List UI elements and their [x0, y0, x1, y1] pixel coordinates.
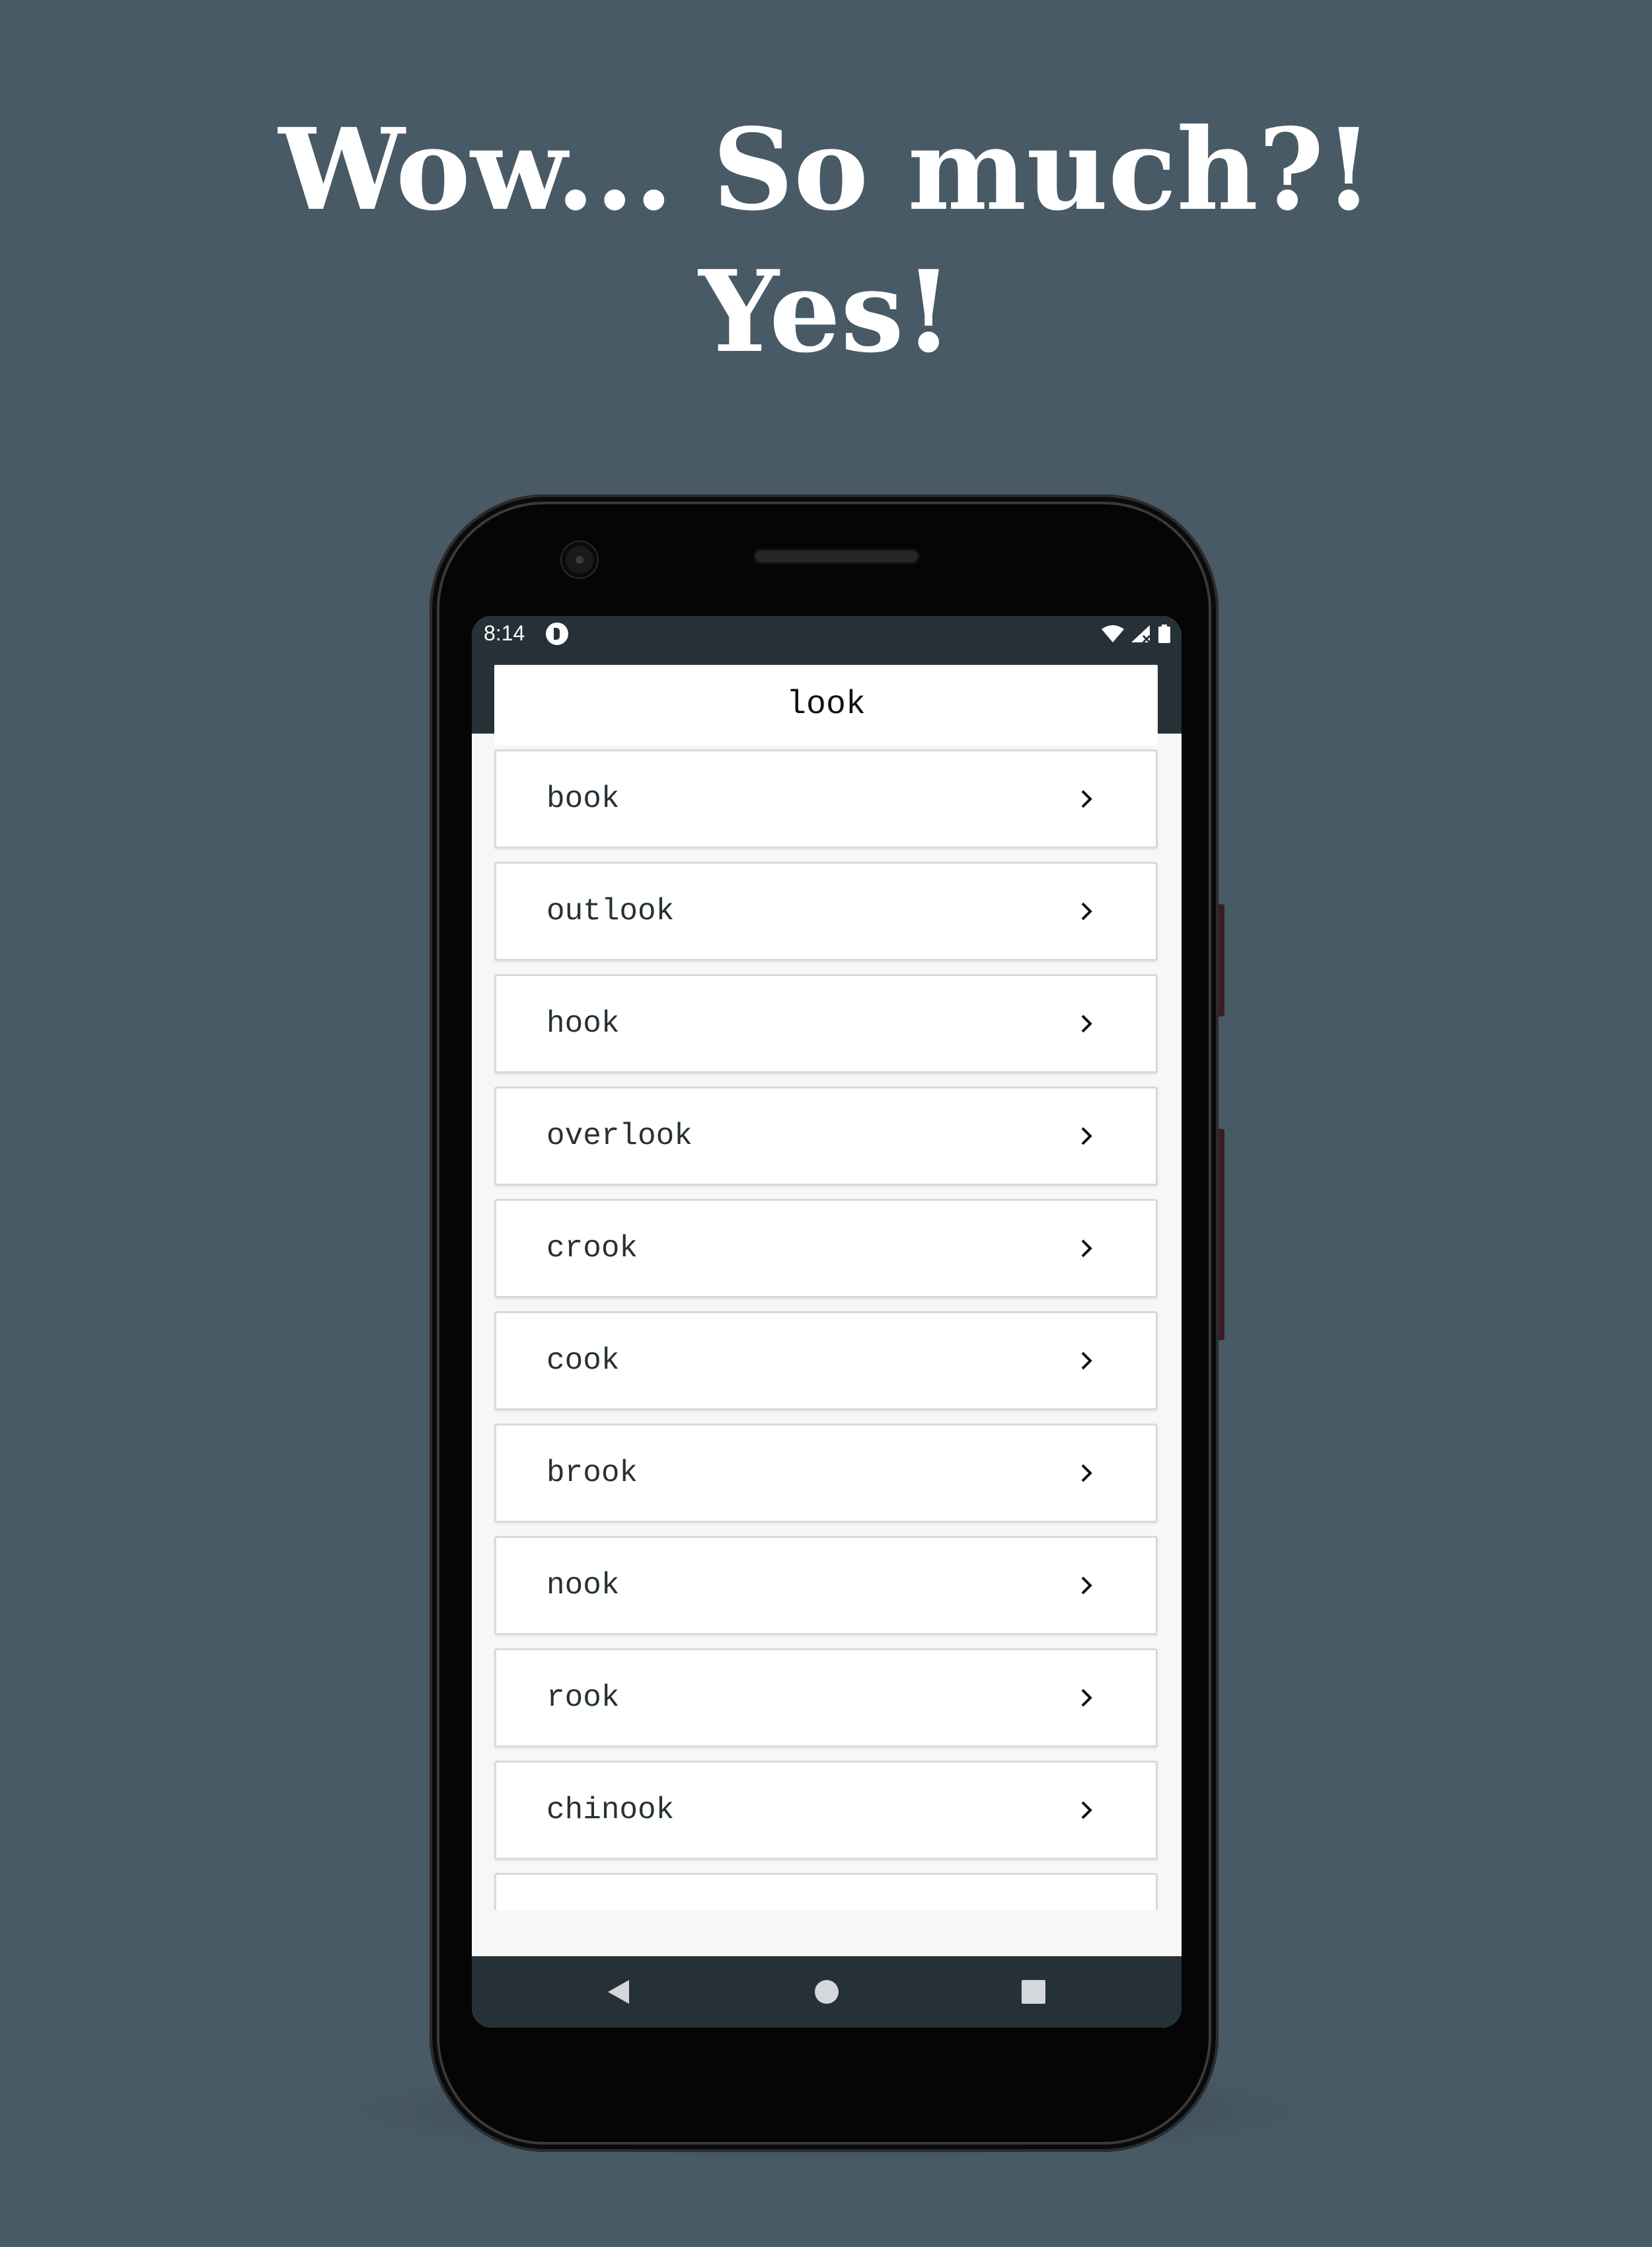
- chevron-right-icon: [1081, 1576, 1092, 1595]
- list-item-label: brook: [546, 1456, 638, 1490]
- promo-headline: Wow... So much?! Yes!: [0, 99, 1652, 383]
- list-item[interactable]: outlook: [494, 862, 1158, 961]
- list-item-label: book: [546, 782, 620, 816]
- promo-headline-line-2: Yes!: [698, 246, 954, 378]
- list-item[interactable]: chinook: [494, 1761, 1158, 1860]
- list-item-label: cook: [546, 1344, 620, 1378]
- nav-back-button[interactable]: [579, 1956, 658, 2028]
- list-item[interactable]: overlook: [494, 1086, 1158, 1186]
- chevron-right-icon: [1081, 1014, 1092, 1033]
- system-nav-bar: [472, 1956, 1182, 2028]
- promo-headline-line-1: Wow... So much?!: [278, 104, 1374, 236]
- volume-button: [1219, 904, 1224, 1016]
- power-button: [1219, 1129, 1224, 1340]
- list-item-partial[interactable]: [494, 1873, 1158, 1910]
- chevron-right-icon: [1081, 790, 1092, 808]
- list-item-label: nook: [546, 1568, 620, 1603]
- chevron-right-icon: [1081, 902, 1092, 921]
- list-item-label: rook: [546, 1681, 620, 1715]
- chevron-right-icon: [1081, 1464, 1092, 1482]
- signal-icon: [1131, 625, 1151, 644]
- list-item-label: chinook: [546, 1793, 675, 1827]
- status-icons: [1101, 623, 1171, 645]
- list-item-label: outlook: [546, 894, 675, 929]
- chevron-right-icon: [1081, 1352, 1092, 1370]
- status-bar: 8:14: [472, 616, 1182, 649]
- earpiece-speaker: [753, 549, 920, 564]
- recents-icon: [1022, 1980, 1045, 2004]
- list-item[interactable]: hook: [494, 974, 1158, 1073]
- results-list: book outlook hook overlook crook cook br…: [472, 734, 1182, 1910]
- chevron-right-icon: [1081, 1127, 1092, 1145]
- list-item[interactable]: rook: [494, 1648, 1158, 1747]
- phone-screen: 8:14 book: [472, 616, 1182, 2028]
- phone-frame: 8:14 book: [430, 494, 1224, 2152]
- status-time: 8:14: [484, 621, 525, 645]
- list-item[interactable]: brook: [494, 1424, 1158, 1523]
- list-item[interactable]: cook: [494, 1311, 1158, 1410]
- chevron-right-icon: [1081, 1801, 1092, 1819]
- front-camera: [562, 542, 597, 578]
- list-item-label: overlook: [546, 1119, 693, 1153]
- list-item[interactable]: crook: [494, 1199, 1158, 1298]
- list-item-label: hook: [546, 1007, 620, 1041]
- list-item-label: crook: [546, 1231, 638, 1266]
- wifi-icon: [1102, 625, 1124, 642]
- home-icon: [815, 1980, 839, 2004]
- nav-home-button[interactable]: [787, 1956, 866, 2028]
- nav-recents-button[interactable]: [994, 1956, 1073, 2028]
- battery-icon: [1158, 625, 1170, 643]
- back-icon: [608, 1980, 629, 2004]
- app-bar: [472, 649, 1182, 745]
- list-item[interactable]: nook: [494, 1536, 1158, 1635]
- chevron-right-icon: [1081, 1239, 1092, 1258]
- app-notification-icon: [546, 623, 568, 645]
- list-item[interactable]: book: [494, 749, 1158, 849]
- chevron-right-icon: [1081, 1689, 1092, 1707]
